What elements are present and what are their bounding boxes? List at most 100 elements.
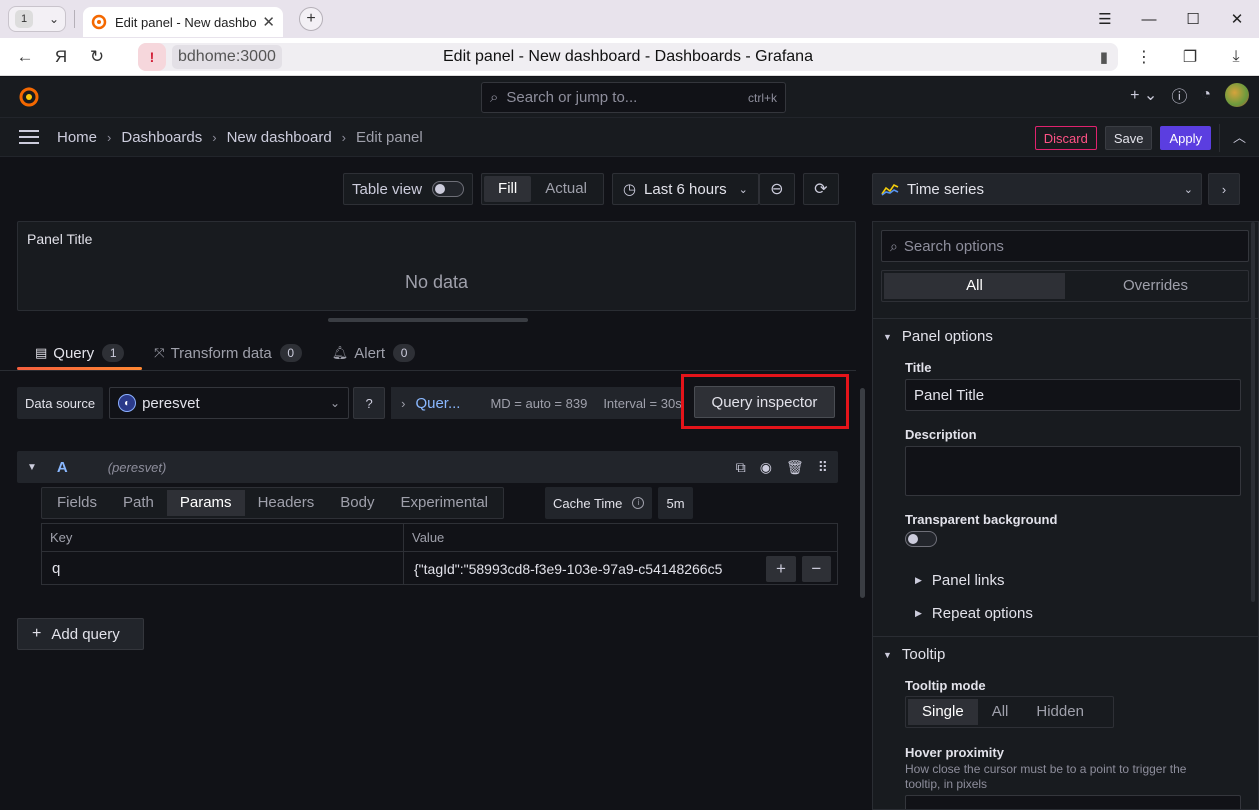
panel-title[interactable]: Panel Title [27, 231, 92, 247]
rss-icon[interactable]: ◔ [1201, 86, 1211, 104]
query-options-toggle[interactable]: › Quer... MD = auto = 839 Interval = 30s [391, 387, 682, 419]
bookmark-icon[interactable]: ▮ [1100, 48, 1108, 66]
cache-time-input[interactable]: 5m [658, 487, 693, 519]
back-icon[interactable]: ← [7, 47, 43, 67]
tooltip-section[interactable]: ▼ Tooltip [883, 646, 945, 663]
menu-icon[interactable]: ☰ [1083, 10, 1127, 28]
panel-links-section[interactable]: ▶ Panel links [915, 572, 1004, 589]
breadcrumb-dashboards[interactable]: Dashboards [121, 129, 202, 146]
help-icon[interactable]: ⓘ [1171, 83, 1187, 107]
new-tab-button[interactable]: + [299, 7, 323, 31]
options-scrollbar[interactable] [1251, 222, 1255, 602]
close-tab-icon[interactable]: ✕ [262, 13, 275, 31]
grafana-logo-icon[interactable] [17, 85, 41, 109]
fill-actual-switch: Fill Actual [481, 173, 604, 205]
hover-proximity-description: How close the cursor must be to a point … [905, 762, 1187, 791]
breadcrumb-home[interactable]: Home [57, 129, 97, 146]
actual-option[interactable]: Actual [531, 176, 601, 202]
url-field[interactable]: ! bdhome:3000 Edit panel - New dashboard… [138, 43, 1118, 71]
add-query-label: Add query [51, 625, 120, 643]
insecure-warning-icon[interactable]: ! [138, 43, 166, 71]
refresh-button[interactable]: ⟳ [802, 173, 839, 205]
clock-icon: ◷ [622, 181, 637, 198]
datasource-row: Data source ◐ peresvet ⌄ ? › Quer... MD … [17, 374, 855, 429]
description-textarea[interactable] [905, 446, 1241, 496]
hover-proximity-input[interactable] [905, 795, 1241, 809]
collections-icon[interactable]: ❐ [1167, 47, 1213, 67]
tooltip-mode-single[interactable]: Single [908, 699, 978, 725]
zoom-out-button[interactable]: ⊖ [758, 173, 795, 205]
table-view-switch[interactable] [432, 181, 465, 197]
tab-query[interactable]: ▤ Query 1 [17, 336, 143, 370]
reload-icon[interactable]: ↻ [79, 47, 115, 67]
time-range-picker[interactable]: ◷ Last 6 hours ⌄ [611, 173, 759, 205]
download-icon[interactable]: ⤓ [1213, 48, 1259, 66]
add-query-button[interactable]: + Add query [17, 618, 144, 650]
key-column-header: Key [42, 524, 404, 551]
copy-icon[interactable]: ⧉ [736, 459, 746, 476]
tooltip-mode-hidden[interactable]: Hidden [1022, 699, 1098, 725]
tab-alert-label: Alert [354, 344, 386, 362]
tab-alert[interactable]: 🔔︎ Alert 0 [330, 336, 417, 370]
param-key-input[interactable]: q [42, 552, 404, 585]
editor-scrollbar[interactable] [860, 388, 865, 598]
yandex-icon[interactable]: Я [43, 47, 79, 67]
table-view-toggle[interactable]: Table view [343, 173, 474, 205]
cache-time-text: Cache Time [553, 495, 623, 511]
title-input[interactable]: Panel Title [905, 379, 1241, 411]
eye-icon[interactable]: ◉ [760, 459, 772, 476]
datasource-help-button[interactable]: ? [353, 387, 386, 419]
tab-query-label: Query [53, 344, 95, 362]
trash-icon[interactable]: 🗑︎ [786, 459, 804, 476]
splitter-handle[interactable] [328, 318, 528, 322]
query-ref-id[interactable]: A [57, 459, 68, 476]
info-icon[interactable]: i [632, 497, 645, 509]
add-param-button[interactable]: + [766, 555, 796, 582]
subtab-fields[interactable]: Fields [44, 490, 110, 516]
datasource-selected: peresvet [142, 394, 200, 412]
save-button[interactable]: Save [1104, 126, 1153, 150]
subtab-params[interactable]: Params [166, 490, 245, 516]
search-bar[interactable]: ⌕ Search or jump to... ctrl+k [481, 82, 786, 113]
transparent-background-switch[interactable] [905, 531, 937, 547]
collapse-options-button[interactable]: › [1208, 173, 1240, 205]
fill-option[interactable]: Fill [484, 176, 532, 202]
tooltip-mode-all[interactable]: All [978, 699, 1023, 725]
param-value-input[interactable]: {"tagId":"58993cd8-f3e9-103e-97a9-c54148… [414, 561, 758, 577]
filter-overrides[interactable]: Overrides [1065, 273, 1246, 299]
tab-transform[interactable]: ⤧ Transform data 0 [152, 336, 304, 370]
avatar[interactable] [1225, 83, 1249, 107]
maximize-icon[interactable]: ☐ [1171, 10, 1215, 28]
visualization-picker[interactable]: Time series ⌄ [872, 173, 1202, 205]
tab-transform-count: 0 [279, 344, 302, 362]
add-new-icon[interactable]: + ⌄ [1130, 85, 1157, 105]
search-options-input[interactable]: ⌕ Search options [881, 230, 1249, 262]
datasource-select[interactable]: ◐ peresvet ⌄ [109, 387, 350, 419]
chevron-down-icon[interactable]: ▼ [27, 462, 37, 473]
query-row-header[interactable]: ▼ A (peresvet) ⧉ ◉ 🗑︎ ⠿ [17, 451, 838, 483]
divider [873, 636, 1258, 637]
chevron-up-icon[interactable]: ︿ [1219, 124, 1259, 152]
breadcrumb-new-dashboard[interactable]: New dashboard [227, 129, 332, 146]
chevron-right-icon: ▶ [915, 575, 922, 585]
discard-button[interactable]: Discard [1034, 126, 1097, 150]
subtab-path[interactable]: Path [110, 490, 167, 516]
subtab-body[interactable]: Body [327, 490, 387, 516]
query-tabs: ▤ Query 1 ⤧ Transform data 0 🔔︎ Alert 0 [17, 336, 417, 370]
repeat-options-section[interactable]: ▶ Repeat options [915, 605, 1033, 622]
browser-extra-actions: ⋮ ❐ ⤓ [1121, 38, 1259, 76]
drag-handle-icon[interactable]: ⠿ [818, 459, 828, 476]
minimize-icon[interactable]: — [1127, 11, 1171, 28]
subtab-experimental[interactable]: Experimental [387, 490, 501, 516]
query-inspector-button[interactable]: Query inspector [694, 386, 835, 418]
hamburger-menu-icon[interactable] [19, 130, 39, 144]
remove-param-button[interactable]: − [801, 555, 831, 582]
tab-counter[interactable]: 1 ⌄ [8, 6, 66, 32]
close-window-icon[interactable]: ✕ [1215, 10, 1259, 28]
apply-button[interactable]: Apply [1160, 126, 1211, 150]
more-vertical-icon[interactable]: ⋮ [1121, 47, 1167, 67]
filter-all[interactable]: All [884, 273, 1065, 299]
browser-tab-active[interactable]: Edit panel - New dashboard - Dashboards … [83, 7, 283, 37]
panel-options-section[interactable]: ▼ Panel options [883, 328, 993, 345]
subtab-headers[interactable]: Headers [245, 490, 328, 516]
